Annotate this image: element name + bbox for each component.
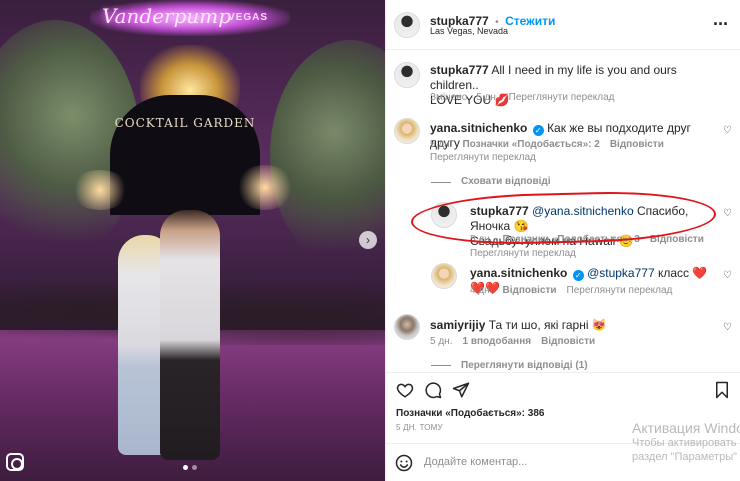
location-link[interactable]: Las Vegas, Nevada — [430, 26, 508, 36]
reply-translate-row: Переглянути переклад — [470, 248, 576, 259]
caption-edited: Змінено · 5 дн. — [430, 92, 499, 103]
post-photo[interactable]: Vanderpump VEGAS COCKTAIL GARDEN › — [0, 0, 385, 481]
instagram-icon — [6, 453, 24, 471]
comment-age: 5 дн. — [430, 336, 453, 347]
hide-replies-row: Сховати відповіді — [461, 176, 551, 187]
reply-translate-link[interactable]: Переглянути переклад — [567, 285, 673, 296]
comment-reply-link[interactable]: Відповісти — [610, 139, 664, 150]
more-options-icon[interactable]: ··· — [713, 14, 729, 35]
comment-body: samiyrijiy Та ти шо, які гарні 😻 — [430, 318, 710, 333]
post-time: 5 ДН. ТОМУ — [396, 423, 443, 432]
view-replies-link[interactable]: Переглянути відповіді (1) — [461, 360, 588, 370]
caption-translate-link[interactable]: Переглянути переклад — [509, 92, 615, 103]
caption-avatar[interactable] — [394, 62, 420, 88]
comment-username[interactable]: samiyrijiy — [430, 318, 485, 332]
reply-likes[interactable]: Позначки «Подобається»: 3 — [502, 234, 639, 245]
likes-count: 386 — [527, 408, 545, 419]
reply-age: 5 дн. — [470, 234, 493, 245]
replies-divider — [431, 182, 451, 183]
reply-avatar[interactable] — [431, 202, 457, 228]
likes-label: Позначки «Подобається»: — [396, 408, 525, 419]
reply-mention[interactable]: @yana.sitnichenko — [532, 204, 634, 218]
watermark-line-2: Чтобы активировать Windows, — [632, 437, 740, 449]
verified-badge-icon: ✓ — [572, 270, 584, 281]
comment-input[interactable] — [424, 456, 624, 468]
reply-meta: 4 дн. Відповісти Переглянути переклад — [470, 285, 672, 296]
reply-username[interactable]: yana.sitnichenko — [470, 266, 567, 280]
neon-sign-text: Vanderpump — [102, 4, 232, 28]
comment-meta: 5 дн. 1 вподобання Відповісти — [430, 336, 595, 347]
follow-button[interactable]: Стежити — [505, 14, 555, 28]
post-header: stupka777 • Стежити Las Vegas, Nevada ··… — [386, 0, 740, 50]
neon-sign-city: VEGAS — [228, 12, 269, 23]
chevron-right-icon: › — [366, 233, 370, 247]
lamp-right — [235, 165, 295, 210]
lamp-left — [70, 170, 130, 210]
comment-avatar[interactable] — [394, 314, 420, 340]
comment-avatar[interactable] — [394, 118, 420, 144]
comment-age: 5 дн. — [430, 139, 453, 150]
cocktail-garden-sign: COCKTAIL GARDEN — [114, 116, 256, 130]
reply-mention[interactable]: @stupka777 — [587, 266, 655, 280]
like-comment-heart-icon[interactable]: ♡ — [723, 322, 732, 333]
carousel-dot — [192, 465, 197, 470]
heart-icon[interactable] — [396, 381, 414, 399]
carousel-dot-active — [183, 465, 188, 470]
reply-translate-link[interactable]: Переглянути переклад — [470, 248, 576, 259]
carousel-dots — [183, 465, 197, 470]
share-icon[interactable] — [452, 381, 470, 399]
reply-meta: 5 дн. Позначки «Подобається»: 3 Відповіс… — [470, 234, 704, 245]
comment-icon[interactable] — [424, 381, 442, 399]
caption-meta: Змінено · 5 дн. Переглянути переклад — [430, 92, 615, 103]
comment-text: Та ти шо, які гарні 😻 — [488, 318, 607, 332]
like-reply-heart-icon[interactable]: ♡ — [723, 208, 732, 219]
caption-username[interactable]: stupka777 — [430, 63, 489, 77]
emoji-icon[interactable] — [395, 454, 413, 472]
likes-summary[interactable]: Позначки «Подобається»: 386 — [396, 408, 544, 419]
post-panel: stupka777 • Стежити Las Vegas, Nevada ··… — [385, 0, 740, 481]
person-man — [160, 210, 220, 460]
comment-likes[interactable]: Позначки «Подобається»: 2 — [462, 139, 599, 150]
comment-translate-link[interactable]: Переглянути переклад — [430, 152, 536, 163]
comment-reply-link[interactable]: Відповісти — [541, 336, 595, 347]
windows-activation-watermark: Активация Windows Чтобы активировать Win… — [632, 420, 740, 464]
bookmark-icon[interactable] — [713, 381, 731, 399]
reply-reply-link[interactable]: Відповісти — [650, 234, 704, 245]
watermark-line-3: раздел "Параметры" — [632, 451, 738, 463]
view-replies-row: Переглянути відповіді (1) — [461, 360, 588, 370]
comment-meta: 5 дн. Позначки «Подобається»: 2 Відповіс… — [430, 139, 664, 150]
replies-divider — [431, 365, 451, 366]
reply-avatar[interactable] — [431, 263, 457, 289]
comment-translate-row: Переглянути переклад — [430, 152, 536, 163]
author-avatar[interactable] — [394, 12, 420, 38]
hide-replies-link[interactable]: Сховати відповіді — [461, 176, 551, 187]
like-comment-heart-icon[interactable]: ♡ — [723, 125, 732, 136]
watermark-line-1: Активация Windows — [632, 420, 740, 436]
like-reply-heart-icon[interactable]: ♡ — [723, 270, 732, 281]
reply-reply-link[interactable]: Відповісти — [502, 285, 556, 296]
next-photo-button[interactable]: › — [359, 231, 377, 249]
comment-likes[interactable]: 1 вподобання — [462, 336, 531, 347]
reply-username[interactable]: stupka777 — [470, 204, 529, 218]
action-bar — [386, 372, 740, 402]
verified-badge-icon: ✓ — [532, 125, 544, 136]
comment-username[interactable]: yana.sitnichenko — [430, 121, 527, 135]
reply-age: 4 дн. — [470, 285, 493, 296]
